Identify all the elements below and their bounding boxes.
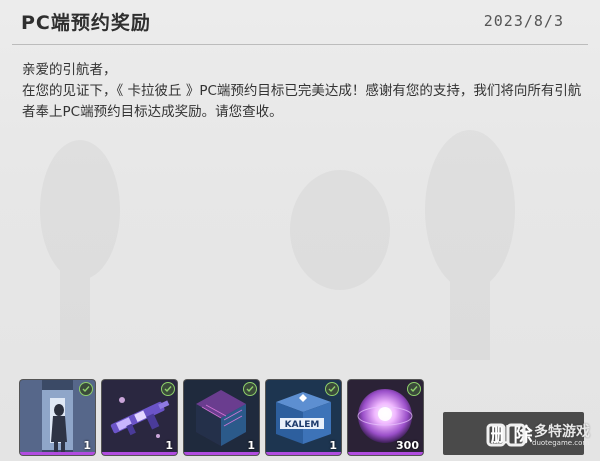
reward-item-currency-orb[interactable]: 300 <box>348 380 423 455</box>
claimed-check-icon <box>407 382 421 396</box>
mail-title: PC端预约奖励 <box>21 12 151 34</box>
mail-date: 2023/8/3 <box>483 12 564 30</box>
reward-list: 1 1 1 KALEM 1 300 <box>20 380 423 455</box>
box-label: KALEM <box>285 420 320 430</box>
mail-paragraph: 在您的见证下，《 卡拉彼丘 》PC端预约目标已完美达成！感谢有您的支持，我们将向… <box>22 83 582 120</box>
rarity-bar <box>184 452 259 455</box>
reward-item-cube[interactable]: 1 <box>184 380 259 455</box>
reward-item-character-skin[interactable]: 1 <box>20 380 95 455</box>
reward-quantity: 1 <box>247 439 255 452</box>
rarity-bar <box>266 452 341 455</box>
rarity-bar <box>348 452 423 455</box>
claimed-check-icon <box>243 382 257 396</box>
rarity-bar <box>20 452 95 455</box>
header-divider <box>12 44 588 45</box>
rarity-bar <box>102 452 177 455</box>
delete-button[interactable]: 删除 <box>443 412 584 455</box>
reward-quantity: 1 <box>165 439 173 452</box>
claimed-check-icon <box>161 382 175 396</box>
reward-item-weapon-skin[interactable]: 1 <box>102 380 177 455</box>
reward-quantity: 1 <box>329 439 337 452</box>
claimed-check-icon <box>325 382 339 396</box>
claimed-check-icon <box>79 382 93 396</box>
reward-quantity: 300 <box>396 439 419 452</box>
reward-item-kalem-box[interactable]: KALEM 1 <box>266 380 341 455</box>
mail-greeting: 亲爱的引航者， <box>22 62 117 78</box>
mail-body: 亲爱的引航者， 在您的见证下，《 卡拉彼丘 》PC端预约目标已完美达成！感谢有您… <box>22 60 584 123</box>
reward-quantity: 1 <box>83 439 91 452</box>
mail-header: PC端预约奖励 2023/8/3 <box>0 0 600 44</box>
